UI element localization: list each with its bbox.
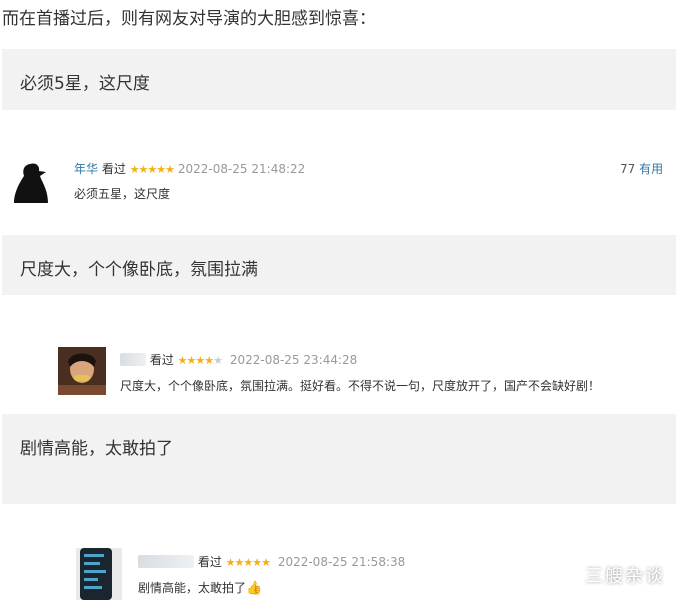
quote-block: 尺度大，个个像卧底，氛围拉满 xyxy=(2,235,676,295)
photo-avatar-icon xyxy=(58,347,106,395)
quote-text: 必须5星，这尺度 xyxy=(20,74,150,94)
useful-vote[interactable]: 77 有用 xyxy=(620,160,663,177)
avatar[interactable] xyxy=(12,160,52,204)
review-meta: 看过 ★★★★★ 2022-08-25 21:58:38 xyxy=(138,553,405,570)
review-date: 2022-08-25 23:44:28 xyxy=(229,353,358,367)
silhouette-avatar-icon xyxy=(14,163,48,203)
rating-stars: ★★★★★ xyxy=(225,556,271,569)
rating-stars: ★★★★★ xyxy=(129,163,175,176)
review-username[interactable]: 年华 xyxy=(74,162,98,176)
review-meta: 年华 看过 ★★★★★ 2022-08-25 21:48:22 xyxy=(74,160,305,177)
review-status: 看过 xyxy=(197,555,222,569)
intro-text: 而在首播过后，则有网友对导演的大胆感到惊喜： xyxy=(2,9,376,29)
useful-button[interactable]: 有用 xyxy=(639,162,663,176)
review-text-content: 剧情高能，太敢拍了 xyxy=(138,581,247,595)
quote-block: 必须5星，这尺度 xyxy=(2,49,676,110)
rating-stars: ★★★★★ xyxy=(177,354,223,367)
review-status: 看过 xyxy=(149,353,174,367)
watermark: 三艘杂谈 xyxy=(585,566,665,587)
blurred-username[interactable] xyxy=(120,353,146,366)
avatar[interactable] xyxy=(58,347,106,395)
review-meta: 看过 ★★★★★ 2022-08-25 23:44:28 xyxy=(120,351,357,368)
review-date: 2022-08-25 21:48:22 xyxy=(177,162,306,176)
quote-text: 剧情高能，太敢拍了 xyxy=(20,439,173,459)
review-text: 必须五星，这尺度 xyxy=(74,187,171,201)
useful-count: 77 xyxy=(620,162,636,176)
review-status: 看过 xyxy=(101,162,126,176)
review-text: 剧情高能，太敢拍了👍 xyxy=(138,579,262,596)
review-text: 尺度大，个个像卧底，氛围拉满。挺好看。不得不说一句，尺度放开了，国产不会缺好剧！ xyxy=(120,379,601,393)
blurred-username[interactable] xyxy=(138,555,194,568)
quote-block: 剧情高能，太敢拍了 xyxy=(2,414,676,504)
phone-screenshot-avatar-icon xyxy=(76,548,122,600)
avatar[interactable] xyxy=(76,548,122,600)
review-date: 2022-08-25 21:58:38 xyxy=(277,555,406,569)
quote-text: 尺度大，个个像卧底，氛围拉满 xyxy=(20,260,258,280)
thumbs-up-icon: 👍 xyxy=(246,581,263,596)
